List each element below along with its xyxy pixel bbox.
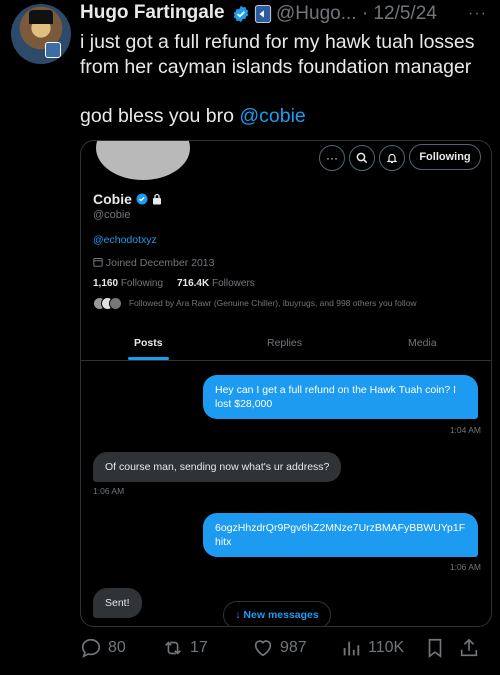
- followers-stat[interactable]: 716.4K Followers: [177, 278, 255, 289]
- followers-label: Followers: [212, 278, 255, 289]
- views-count: 110K: [368, 639, 405, 656]
- tweet-line-2: god bless you bro @cobie: [80, 104, 492, 129]
- tab-media[interactable]: Media: [408, 337, 437, 349]
- like-button[interactable]: 987: [252, 637, 307, 659]
- author-avatar[interactable]: [11, 4, 71, 64]
- followed-by-text: Followed by Ara Rawr (Genuine Chiller), …: [128, 297, 417, 308]
- following-count: 1,160: [93, 278, 119, 289]
- followers-count: 716.4K: [176, 278, 210, 289]
- following-stat[interactable]: 1,160 Following: [93, 278, 163, 289]
- message-timestamp: 1:06 AM: [93, 486, 125, 496]
- bookmark-icon: [428, 638, 442, 658]
- profile-affiliate-link[interactable]: @echodotxyz: [93, 234, 157, 246]
- author-handle-date[interactable]: @Hugo... · 12/5/24: [276, 3, 437, 25]
- reply-button[interactable]: 80: [80, 637, 126, 659]
- follow-stats: 1,160 Following 716.4K Followers: [93, 278, 255, 289]
- more-icon[interactable]: ···: [319, 145, 345, 171]
- message-timestamp: 1:04 AM: [449, 425, 481, 435]
- share-button[interactable]: [458, 637, 480, 659]
- avatar-hat: [29, 10, 53, 24]
- share-icon: [460, 638, 478, 657]
- followed-by[interactable]: Followed by Ara Rawr (Genuine Chiller), …: [93, 297, 417, 310]
- repost-button[interactable]: 17: [162, 637, 208, 659]
- tweet-line-1: i just got a full refund for my hawk tua…: [80, 31, 475, 78]
- follower-avatar: [109, 297, 122, 310]
- calendar-icon: [93, 258, 103, 267]
- profile-picture: [93, 141, 193, 183]
- tweet-text: i just got a full refund for my hawk tua…: [80, 30, 492, 129]
- repost-count: 17: [190, 639, 208, 656]
- profile-handle: @cobie: [93, 209, 131, 221]
- following-label: Following: [120, 278, 164, 289]
- message-bubble-sent[interactable]: 6ogzHhzdrQr9Pgv6hZ2MNze7UrzBMAFyBBWUYp1F…: [203, 513, 478, 557]
- search-icon[interactable]: [349, 145, 375, 171]
- lock-icon: [152, 193, 161, 205]
- mention-link[interactable]: @cobie: [239, 105, 305, 127]
- joined-date: Joined December 2013: [93, 257, 215, 269]
- embedded-screenshot[interactable]: ··· Following Cobie @cobie @echodotxyz J…: [80, 140, 492, 627]
- profile-name-text: Cobie: [93, 191, 132, 207]
- message-bubble-sent[interactable]: Hey can I get a full refund on the Hawk …: [203, 375, 478, 419]
- avatar-badge: [45, 42, 61, 58]
- author-name[interactable]: Hugo Fartingale: [80, 2, 225, 24]
- views-button[interactable]: 110K: [340, 637, 404, 659]
- message-timestamp: 1:06 AM: [449, 562, 481, 572]
- joined-date-text: Joined December 2013: [105, 257, 215, 269]
- message-bubble-received[interactable]: Of course man, sending now what's ur add…: [93, 452, 342, 482]
- tab-posts[interactable]: Posts: [134, 337, 163, 349]
- profile-tabs: Posts Replies Media: [81, 326, 491, 361]
- verified-badge-icon: [136, 193, 148, 205]
- reply-count: 80: [108, 639, 126, 656]
- tweet-line-2-text: god bless you bro: [80, 105, 240, 127]
- heart-icon: [254, 640, 272, 657]
- tab-replies[interactable]: Replies: [267, 337, 302, 349]
- new-messages-button[interactable]: ↓ New messages: [223, 601, 331, 626]
- profile-name: Cobie: [93, 191, 162, 207]
- active-tab-indicator: [128, 357, 169, 360]
- message-bubble-received[interactable]: Sent!: [93, 588, 142, 618]
- verified-badge-icon: [233, 5, 249, 23]
- more-options-icon[interactable]: ···: [468, 5, 487, 23]
- reply-icon: [81, 638, 101, 658]
- bookmark-button[interactable]: [424, 637, 446, 659]
- repost-icon: [165, 641, 181, 655]
- notification-bell-icon[interactable]: [379, 145, 405, 171]
- views-chart-icon: [343, 641, 360, 656]
- following-button[interactable]: Following: [409, 144, 481, 170]
- like-count: 987: [280, 639, 307, 656]
- affiliation-badge-icon[interactable]: [254, 4, 272, 24]
